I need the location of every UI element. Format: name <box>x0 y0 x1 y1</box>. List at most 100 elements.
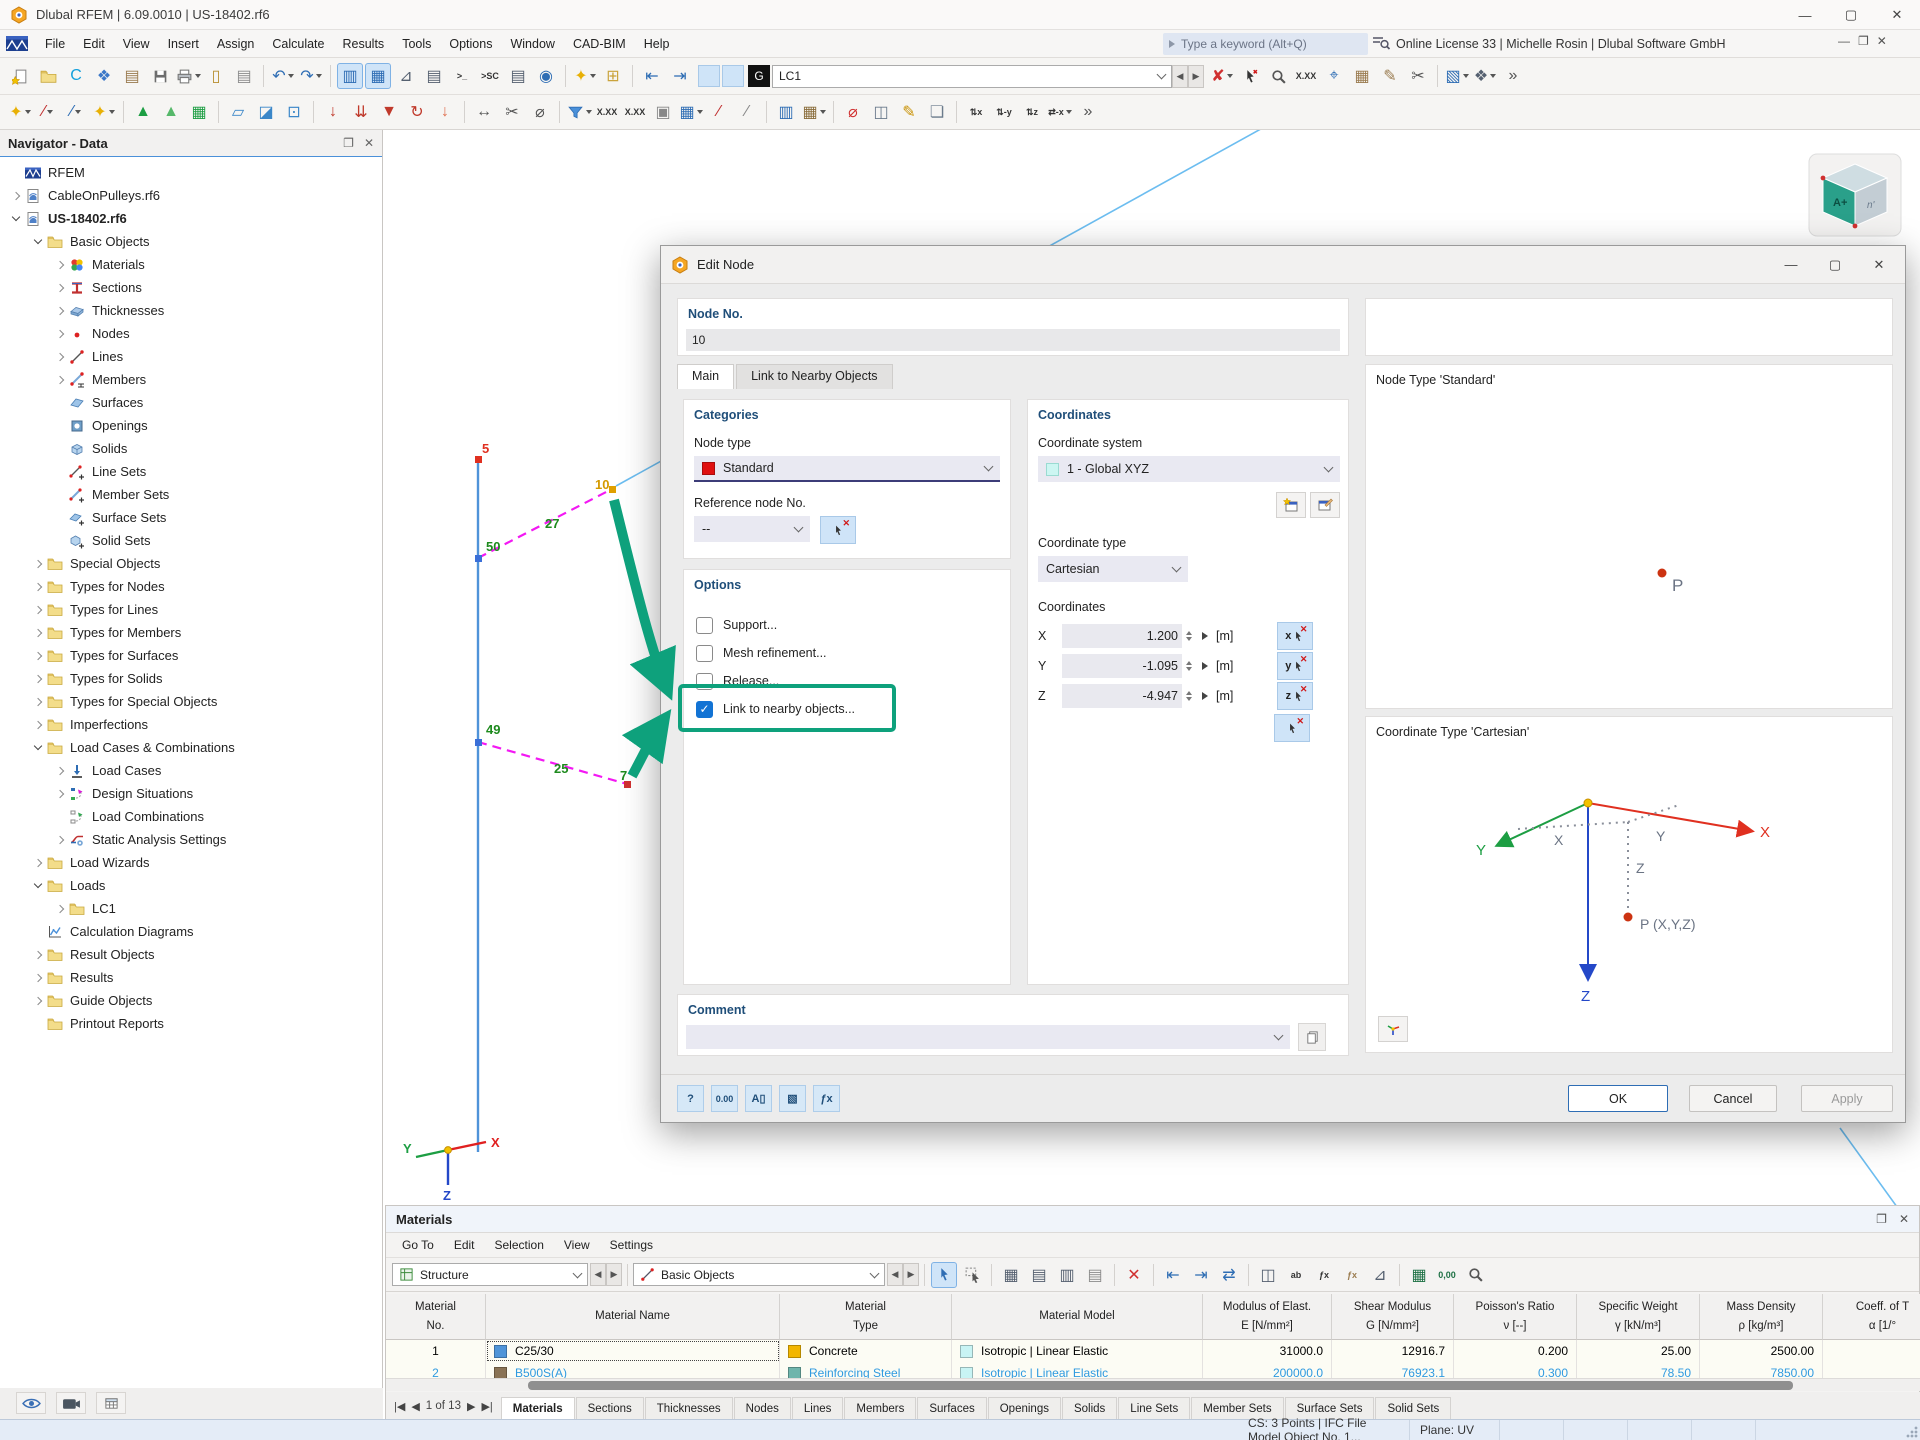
table-tab-sections[interactable]: Sections <box>576 1397 644 1420</box>
table-group-select[interactable]: Structure <box>392 1263 588 1286</box>
calc-table-button[interactable]: ▦ <box>1349 63 1375 89</box>
table-cell[interactable]: 12916.7 <box>1332 1340 1454 1362</box>
menu-results[interactable]: Results <box>334 32 394 56</box>
reference-node-select[interactable]: -- <box>694 516 810 542</box>
load-case-select[interactable]: LC1 <box>772 65 1172 88</box>
menu-float-icon[interactable]: ❐ <box>1858 34 1869 48</box>
materials-hscrollbar[interactable] <box>386 1378 1920 1391</box>
tree-item-rfem[interactable]: RFEM <box>0 161 382 184</box>
navigator-float-icon[interactable]: ❐ <box>343 136 354 150</box>
tree-item-line-sets[interactable]: Line Sets <box>0 460 382 483</box>
table-tab-lines[interactable]: Lines <box>792 1397 844 1420</box>
save-button[interactable] <box>147 63 173 89</box>
tree-item-surface-sets[interactable]: Surface Sets <box>0 506 382 529</box>
coordinate-type-select[interactable]: Cartesian <box>1038 556 1188 582</box>
menu-view[interactable]: View <box>114 32 159 56</box>
table-tab-thicknesses[interactable]: Thicknesses <box>645 1397 733 1420</box>
tree-item-result-objects[interactable]: Result Objects <box>0 943 382 966</box>
unchecked-checkbox[interactable] <box>696 617 713 634</box>
expander-icon[interactable] <box>30 240 46 243</box>
spinner-control[interactable] <box>1186 691 1192 701</box>
tree-item-guide-objects[interactable]: Guide Objects <box>0 989 382 1012</box>
dialog-title-bar[interactable]: Edit Node — ▢ ✕ <box>661 246 1905 284</box>
columns-button[interactable]: ◫ <box>1255 1262 1281 1288</box>
export-loads-button[interactable]: ⇥ <box>667 63 693 89</box>
next-load-case-button[interactable]: ▶ <box>1188 65 1204 88</box>
dialog-minimize-icon[interactable]: — <box>1769 246 1813 283</box>
maximize-icon[interactable]: ▢ <box>1828 0 1874 30</box>
pick-z-button[interactable]: z✕ <box>1277 682 1313 710</box>
tree-item-types-for-surfaces[interactable]: Types for Surfaces <box>0 644 382 667</box>
cancel-button[interactable]: Cancel <box>1689 1085 1777 1112</box>
new-model-button[interactable] <box>7 63 33 89</box>
line-load-button[interactable]: ⇊ <box>348 99 374 125</box>
spinner-control[interactable] <box>1186 631 1192 641</box>
rendering-toggle-button[interactable]: ▧ <box>779 1085 806 1112</box>
visibility-eye-icon[interactable] <box>16 1392 46 1414</box>
tree-item-types-for-nodes[interactable]: Types for Nodes <box>0 575 382 598</box>
table-cell[interactable]: 2 <box>386 1362 486 1378</box>
tables-toggle-button[interactable]: ▦ <box>365 63 391 89</box>
show-cs-in-graphic-button[interactable] <box>1378 1016 1408 1042</box>
menu-close-icon[interactable]: ✕ <box>1877 34 1887 48</box>
tree-item-imperfections[interactable]: Imperfections <box>0 713 382 736</box>
printout-table-button[interactable]: ▤ <box>505 63 531 89</box>
fx-edit-button[interactable]: ƒx <box>1339 1262 1365 1288</box>
expander-icon[interactable] <box>30 584 46 590</box>
menu-options[interactable]: Options <box>440 32 501 56</box>
table-cell[interactable]: 78.50 <box>1577 1362 1700 1378</box>
help-search-button[interactable]: ? <box>677 1085 704 1112</box>
table-cell[interactable]: 7850.00 <box>1700 1362 1823 1378</box>
expander-icon[interactable] <box>30 607 46 613</box>
load-stage-toggle-2[interactable] <box>722 65 744 87</box>
moment-load-button[interactable]: ↻ <box>404 99 430 125</box>
table-cell[interactable]: 1 <box>386 1340 486 1362</box>
navigator-close-icon[interactable]: ✕ <box>364 136 374 150</box>
view-x-button[interactable]: ⇅x <box>963 99 989 125</box>
tree-item-thicknesses[interactable]: Thicknesses <box>0 299 382 322</box>
project-organizer-button[interactable]: ▤ <box>119 63 145 89</box>
expander-icon[interactable] <box>8 193 24 199</box>
tree-item-member-sets[interactable]: Member Sets <box>0 483 382 506</box>
cube-wireframe-button[interactable]: ◫ <box>868 99 894 125</box>
scrollbar-thumb[interactable] <box>528 1381 1793 1390</box>
pick-delete-button[interactable] <box>1237 63 1263 89</box>
tree-item-nodes[interactable]: Nodes <box>0 322 382 345</box>
prev-load-case-button[interactable]: ◀ <box>1172 65 1188 88</box>
tree-item-load-wizards[interactable]: Load Wizards <box>0 851 382 874</box>
pick-reference-node-button[interactable]: ✕ <box>820 516 856 544</box>
expand-field-icon[interactable] <box>1202 692 1208 700</box>
apply-button[interactable]: Apply <box>1801 1085 1893 1112</box>
comment-input[interactable] <box>686 1025 1290 1049</box>
camera-icon[interactable] <box>56 1392 86 1414</box>
menu-assign[interactable]: Assign <box>208 32 264 56</box>
assistant-button[interactable]: ◉ <box>533 63 559 89</box>
option-support[interactable]: Support... <box>696 614 777 636</box>
tree-item-basic-objects[interactable]: Basic Objects <box>0 230 382 253</box>
import-loads-button[interactable]: ⇤ <box>639 63 665 89</box>
column-header-[interactable]: Poisson's Ratioν [--] <box>1454 1294 1577 1340</box>
abacus-button[interactable]: ▦ <box>801 99 827 125</box>
table-cell[interactable]: 0.200 <box>1454 1340 1577 1362</box>
result-table-button[interactable]: ▤ <box>421 63 447 89</box>
materials-menu-settings[interactable]: Settings <box>600 1234 663 1256</box>
table-category-select[interactable]: Basic Objects <box>633 1263 885 1286</box>
search-table-button[interactable] <box>1462 1262 1488 1288</box>
delete-row-button[interactable]: ✕ <box>1121 1262 1147 1288</box>
dimension-button[interactable]: ↔ <box>471 99 497 125</box>
tree-item-types-for-solids[interactable]: Types for Solids <box>0 667 382 690</box>
menu-help[interactable]: Help <box>635 32 679 56</box>
search-options-icon[interactable] <box>1372 35 1390 51</box>
tree-item-types-for-special-objects[interactable]: Types for Special Objects <box>0 690 382 713</box>
first-table-icon[interactable]: |◀ <box>394 1400 405 1413</box>
new-line-button[interactable]: ∕ <box>35 99 61 125</box>
diagram-view-button[interactable]: ⊿ <box>393 63 419 89</box>
expander-icon[interactable] <box>52 285 68 291</box>
new-solid-button[interactable]: ◪ <box>253 99 279 125</box>
tree-item-results[interactable]: Results <box>0 966 382 989</box>
table-cell[interactable]: Isotropic | Linear Elastic <box>952 1340 1203 1362</box>
abc-button[interactable]: ab <box>1283 1262 1309 1288</box>
table-tab-openings[interactable]: Openings <box>988 1397 1061 1420</box>
view-minus-y-button[interactable]: ⇅-y <box>991 99 1017 125</box>
table-cell[interactable]: Isotropic | Linear Elastic <box>952 1362 1203 1378</box>
